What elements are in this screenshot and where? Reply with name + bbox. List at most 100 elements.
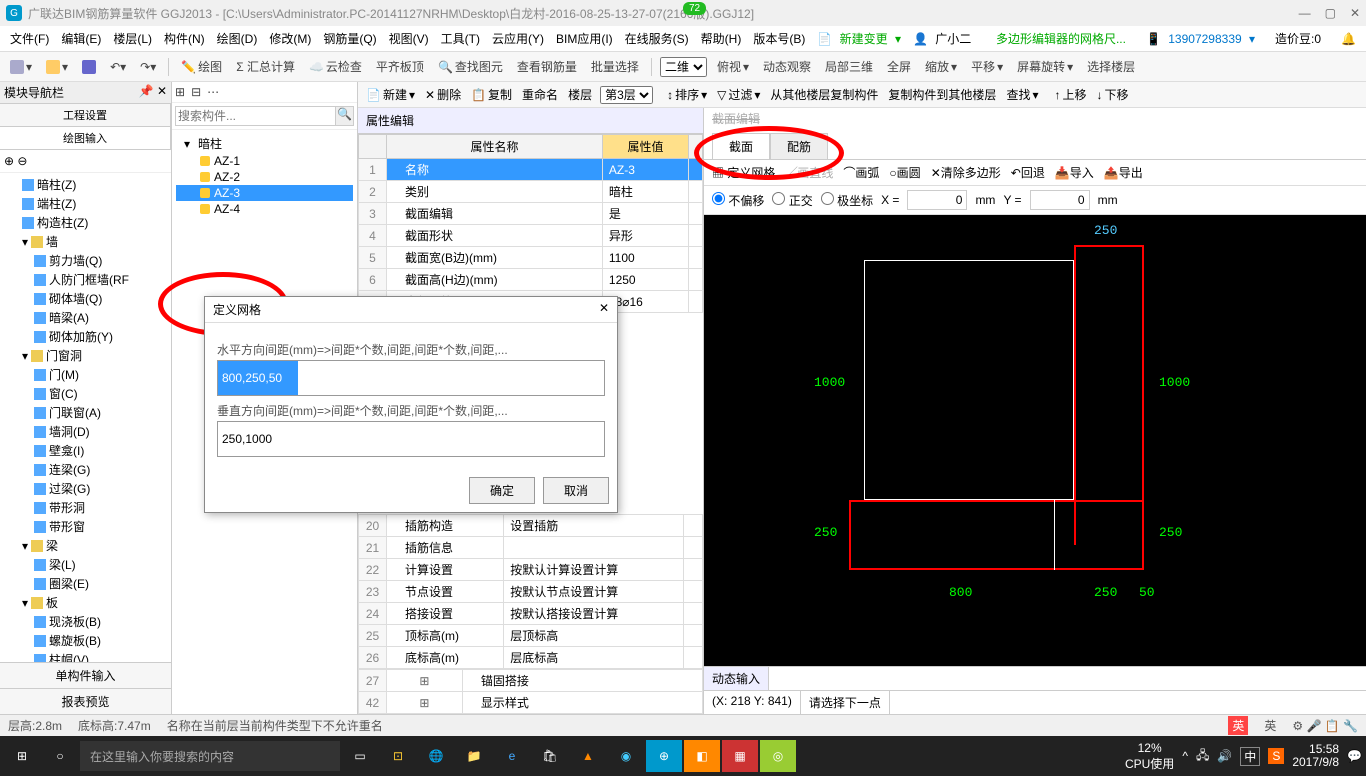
movedown-button[interactable]: ↓下移 [1095, 86, 1131, 103]
tree-node[interactable]: 梁(L) [0, 555, 171, 574]
tree-node[interactable]: 砌体加筋(Y) [0, 327, 171, 346]
menu-online[interactable]: 在线服务(S) [621, 28, 693, 49]
topview-button[interactable]: 俯视▾ [713, 56, 753, 77]
redo-button[interactable]: ↷▾ [136, 58, 160, 76]
maximize-button[interactable]: ▢ [1325, 6, 1336, 20]
app-8-icon[interactable]: ▦ [722, 740, 758, 772]
property-row[interactable]: 4截面形状异形 [359, 225, 703, 247]
close-button[interactable]: ✕ [1350, 6, 1360, 20]
menu-help[interactable]: 帮助(H) [697, 28, 746, 49]
zoom-button[interactable]: 缩放▾ [921, 56, 961, 77]
section-canvas[interactable]: 250 1000 250 1000 250 800 250 50 [704, 215, 1366, 666]
tab-project[interactable]: 工程设置 [0, 104, 171, 126]
property-row[interactable]: 23节点设置按默认节点设置计算 [359, 581, 703, 603]
property-row-expand[interactable]: 42⊞显示样式 [359, 692, 703, 714]
mid-more-icon[interactable]: ⋯ [207, 85, 219, 99]
draw-button[interactable]: ✏️绘图 [177, 56, 226, 77]
batch-button[interactable]: 批量选择 [587, 56, 643, 77]
property-row[interactable]: 21插筋信息 [359, 537, 703, 559]
tree-node[interactable]: ▾ 板 [0, 593, 171, 612]
edge-icon[interactable]: e [494, 740, 530, 772]
copyto-button[interactable]: 复制构件到其他楼层 [886, 86, 998, 103]
app-3-icon[interactable]: 📁 [456, 740, 492, 772]
minimize-button[interactable]: — [1299, 6, 1311, 20]
tab-section[interactable]: 截面 [712, 133, 770, 159]
app-9-icon[interactable]: ◎ [760, 740, 796, 772]
app-7-icon[interactable]: ◧ [684, 740, 720, 772]
delete-button[interactable]: ✕删除 [423, 86, 463, 103]
app-2-icon[interactable]: 🌐 [418, 740, 454, 772]
new-file-button[interactable]: ▾ [6, 58, 36, 76]
menu-file[interactable]: 文件(F) [6, 28, 53, 49]
find-button[interactable]: 🔍查找图元 [434, 56, 507, 77]
status-icons[interactable]: ⚙ 🎤 📋 🔧 [1292, 719, 1358, 733]
undo2-button[interactable]: ↶回退 [1011, 164, 1045, 181]
nav-pin-icon[interactable]: 📌 [139, 84, 154, 98]
define-grid-button[interactable]: ▦ 定义网格 [712, 164, 775, 181]
tree-node[interactable]: 砌体墙(Q) [0, 289, 171, 308]
ok-button[interactable]: 确定 [469, 477, 535, 504]
tray-sogou[interactable]: S [1268, 748, 1284, 764]
floor-select[interactable]: 第3层 [600, 86, 653, 104]
tree-node[interactable]: 门(M) [0, 365, 171, 384]
dialog-close-icon[interactable]: ✕ [599, 301, 609, 318]
import-button[interactable]: 📥导入 [1055, 164, 1094, 181]
open-button[interactable]: ▾ [42, 58, 72, 76]
app-6-icon[interactable]: ⊕ [646, 740, 682, 772]
save-button[interactable] [78, 58, 100, 76]
tree-node[interactable]: 柱帽(V) [0, 650, 171, 662]
tree-node[interactable]: 现浇板(B) [0, 612, 171, 631]
property-row[interactable]: 6截面高(H边)(mm)1250 [359, 269, 703, 291]
tree-node[interactable]: ▾ 门窗洞 [0, 346, 171, 365]
ime-badge[interactable]: 英 [1228, 716, 1248, 735]
local3d-button[interactable]: 局部三维 [821, 56, 877, 77]
tray-net-icon[interactable]: 🖧 [1196, 746, 1209, 767]
cortana-icon[interactable]: ○ [42, 740, 78, 772]
tray-vol-icon[interactable]: 🔊 [1217, 749, 1232, 763]
menu-view[interactable]: 视图(V) [385, 28, 433, 49]
tree-node[interactable]: 构造柱(Z) [0, 213, 171, 232]
dynamic-button[interactable]: 动态观察 [759, 56, 815, 77]
tree-node[interactable]: 圈梁(E) [0, 574, 171, 593]
tray-up-icon[interactable]: ^ [1182, 749, 1188, 763]
copy-button[interactable]: 📋复制 [469, 86, 514, 103]
tab-rebar[interactable]: 配筋 [770, 133, 828, 159]
component-item[interactable]: AZ-2 [176, 169, 353, 185]
tree-node[interactable]: 窗(C) [0, 384, 171, 403]
app-1-icon[interactable]: ⊡ [380, 740, 416, 772]
menu-tool[interactable]: 工具(T) [437, 28, 484, 49]
tree-node[interactable]: 过梁(G) [0, 479, 171, 498]
property-row[interactable]: 1名称AZ-3 [359, 159, 703, 181]
fullscreen-button[interactable]: 全屏 [883, 56, 915, 77]
property-row[interactable]: 5截面宽(B边)(mm)1100 [359, 247, 703, 269]
component-search-input[interactable] [175, 106, 336, 126]
tray-ime[interactable]: 中 [1240, 747, 1260, 766]
nav-tree[interactable]: 暗柱(Z) 端柱(Z) 构造柱(Z)▾ 墙 剪力墙(Q) 人防门框墙(RF 砌体… [0, 173, 171, 662]
export-button[interactable]: 📤导出 [1104, 164, 1143, 181]
tab-drawing[interactable]: 绘图输入 [0, 127, 171, 149]
new-change-button[interactable]: 📄 新建变更 ▾ [813, 28, 905, 49]
view-select[interactable]: 二维 [660, 57, 707, 77]
rename-button[interactable]: 重命名 [520, 86, 560, 103]
taskbar-search[interactable]: 在这里输入你要搜索的内容 [80, 741, 340, 771]
selfloor-button[interactable]: 选择楼层 [1083, 56, 1139, 77]
rotate-button[interactable]: 屏幕旋转▾ [1013, 56, 1077, 77]
mid-expand-icon[interactable]: ⊞ [175, 85, 185, 99]
tree-node[interactable]: 带形窗 [0, 517, 171, 536]
search2-button[interactable]: 查找▾ [1004, 86, 1040, 103]
app-4-icon[interactable]: ▲ [570, 740, 606, 772]
hspacing-input[interactable] [217, 360, 605, 396]
tree-node[interactable]: 螺旋板(B) [0, 631, 171, 650]
mid-collapse-icon[interactable]: ⊟ [191, 85, 201, 99]
y-input[interactable] [1030, 190, 1090, 210]
menu-bim[interactable]: BIM应用(I) [552, 28, 617, 49]
menu-cloud[interactable]: 云应用(Y) [488, 28, 548, 49]
store-icon[interactable]: 🛍 [532, 740, 568, 772]
menu-steel[interactable]: 钢筋量(Q) [319, 28, 380, 49]
tree-node[interactable]: 人防门框墙(RF [0, 270, 171, 289]
menu-component[interactable]: 构件(N) [160, 28, 209, 49]
menu-floor[interactable]: 楼层(L) [109, 28, 156, 49]
property-row[interactable]: 25顶标高(m)层顶标高 [359, 625, 703, 647]
polar-radio[interactable]: 极坐标 [821, 192, 873, 209]
vspacing-input[interactable] [217, 421, 605, 457]
